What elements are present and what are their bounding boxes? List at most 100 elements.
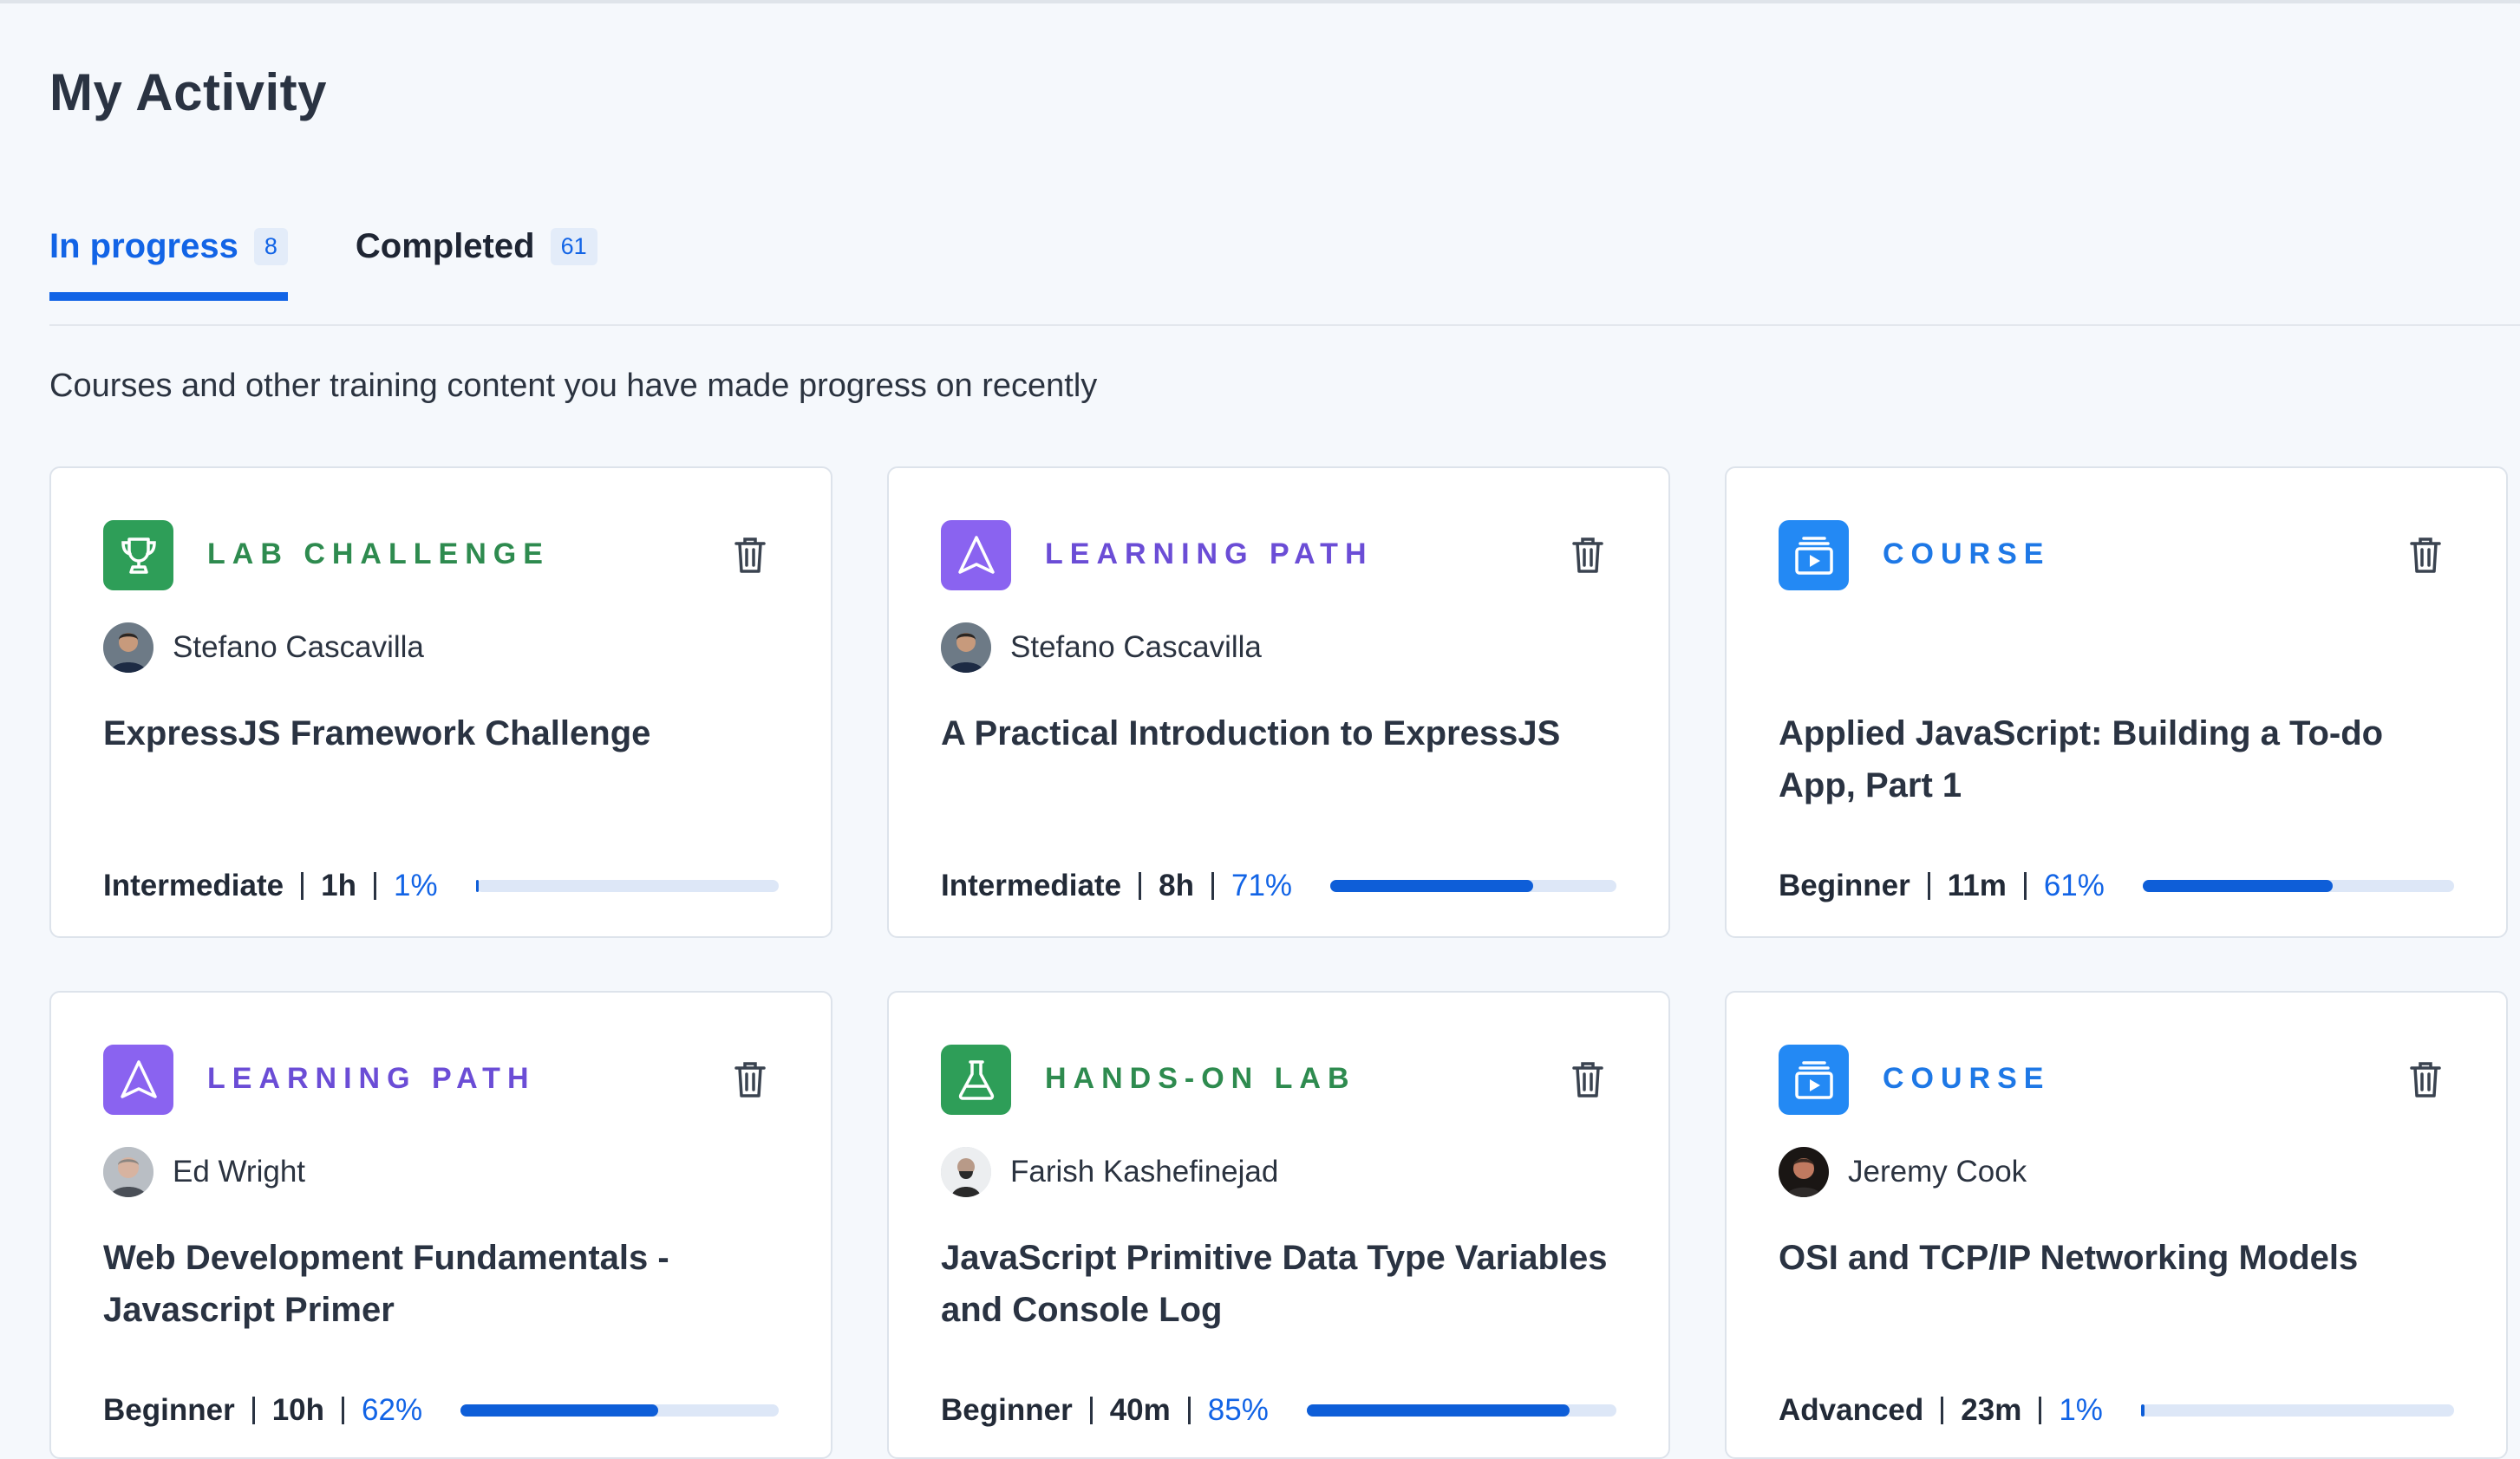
activity-tabs: In progress 8 Completed 61 [49,227,597,301]
difficulty-level: Intermediate [103,869,284,902]
flask-icon [941,1045,1011,1115]
meta-separator [251,1397,255,1424]
activity-card[interactable]: COURSE Jeremy Cook OSI and TCP/IP Networ… [1725,991,2508,1459]
active-tab-indicator [49,292,288,301]
content-type-label: LEARNING PATH [1045,537,1374,570]
difficulty-level: Beginner [941,1393,1073,1427]
tabs-divider [49,324,2520,326]
duration: 1h [321,869,356,902]
page-subtitle: Courses and other training content you h… [49,368,1098,404]
meta-separator [1941,1397,1944,1424]
delete-button[interactable] [2403,1057,2448,1102]
progress-bar-fill [2141,1404,2145,1417]
activity-card[interactable]: LAB CHALLENGE Stefano Cascavilla Express… [49,466,832,938]
card-meta: Beginner 11m 61% [1779,869,2105,903]
difficulty-level: Advanced [1779,1393,1924,1427]
content-type-label: COURSE [1883,537,2051,570]
card-meta: Intermediate 1h 1% [103,869,438,903]
page-title: My Activity [49,63,328,121]
activity-card[interactable]: LEARNING PATH Stefano Cascavilla A Pract… [887,466,1670,938]
author-name: Ed Wright [173,1155,306,1189]
trophy-icon [103,520,173,590]
author: Farish Kashefinejad [941,1147,1278,1197]
card-title[interactable]: OSI and TCP/IP Networking Models [1779,1232,2464,1284]
trash-icon [1572,537,1603,573]
progress-bar-fill [460,1404,658,1417]
duration: 11m [1947,869,2007,902]
card-title[interactable]: Web Development Fundamentals - Javascrip… [103,1232,788,1336]
meta-separator [342,1397,345,1424]
tab-label: Completed [355,227,535,265]
tab-in-progress[interactable]: In progress 8 [49,227,288,301]
meta-separator [1211,872,1214,900]
content-type-label: LAB CHALLENGE [207,537,550,570]
delete-button[interactable] [1565,1057,1610,1102]
course-play-icon [1779,1045,1849,1115]
activity-card[interactable]: LEARNING PATH Ed Wright Web Development … [49,991,832,1459]
author: Stefano Cascavilla [941,622,1262,673]
author: Jeremy Cook [1779,1147,2027,1197]
tab-label: In progress [49,227,238,265]
author-name: Stefano Cascavilla [1010,630,1262,664]
delete-button[interactable] [1565,532,1610,577]
progress-percent: 85% [1207,1393,1269,1427]
duration: 23m [1961,1393,2022,1427]
meta-separator [1927,872,1930,900]
progress-bar [2143,880,2454,892]
card-title[interactable]: A Practical Introduction to ExpressJS [941,707,1626,759]
difficulty-level: Intermediate [941,869,1122,902]
progress-percent: 1% [393,869,438,902]
delete-button[interactable] [728,532,773,577]
progress-percent: 62% [362,1393,423,1427]
trash-icon [2410,537,2441,573]
card-title[interactable]: ExpressJS Framework Challenge [103,707,788,759]
trash-icon [734,537,766,573]
card-title[interactable]: Applied JavaScript: Building a To-do App… [1779,707,2464,811]
meta-separator [2039,1397,2042,1424]
author-name: Farish Kashefinejad [1010,1155,1279,1189]
card-meta: Beginner 10h 62% [103,1393,422,1428]
progress-bar [476,880,779,892]
meta-separator [1187,1397,1191,1424]
meta-separator [301,872,304,900]
author: Stefano Cascavilla [103,622,424,673]
progress-bar-fill [2143,880,2333,892]
top-divider [0,0,2520,3]
avatar [1779,1147,1829,1197]
author: Ed Wright [103,1147,305,1197]
progress-bar [460,1404,779,1417]
path-arrow-icon [941,520,1011,590]
activity-card[interactable]: COURSE Applied JavaScript: Building a To… [1725,466,2508,938]
trash-icon [734,1062,766,1098]
difficulty-level: Beginner [103,1393,235,1427]
tab-completed[interactable]: Completed 61 [356,227,597,301]
content-type-label: LEARNING PATH [207,1062,536,1095]
progress-percent: 61% [2043,869,2105,902]
avatar [941,622,991,673]
card-meta: Intermediate 8h 71% [941,869,1292,903]
progress-bar-fill [1307,1404,1570,1417]
path-arrow-icon [103,1045,173,1115]
duration: 10h [271,1393,325,1427]
duration: 8h [1159,869,1194,902]
delete-button[interactable] [728,1057,773,1102]
progress-bar [1307,1404,1616,1417]
course-play-icon [1779,520,1849,590]
tab-count-badge: 61 [550,228,597,265]
delete-button[interactable] [2403,532,2448,577]
activity-card[interactable]: HANDS-ON LAB Farish Kashefinejad JavaScr… [887,991,1670,1459]
trash-icon [2410,1062,2441,1098]
card-title[interactable]: JavaScript Primitive Data Type Variables… [941,1232,1626,1336]
meta-separator [1139,872,1142,900]
content-type-label: HANDS-ON LAB [1045,1062,1356,1095]
avatar [941,1147,991,1197]
content-type-label: COURSE [1883,1062,2051,1095]
trash-icon [1572,1062,1603,1098]
tab-count-badge: 8 [253,228,288,265]
progress-bar-fill [476,880,480,892]
author-name: Stefano Cascavilla [173,630,424,664]
progress-bar [1330,880,1616,892]
difficulty-level: Beginner [1779,869,1910,902]
progress-bar-fill [1330,880,1534,892]
card-meta: Beginner 40m 85% [941,1393,1269,1428]
